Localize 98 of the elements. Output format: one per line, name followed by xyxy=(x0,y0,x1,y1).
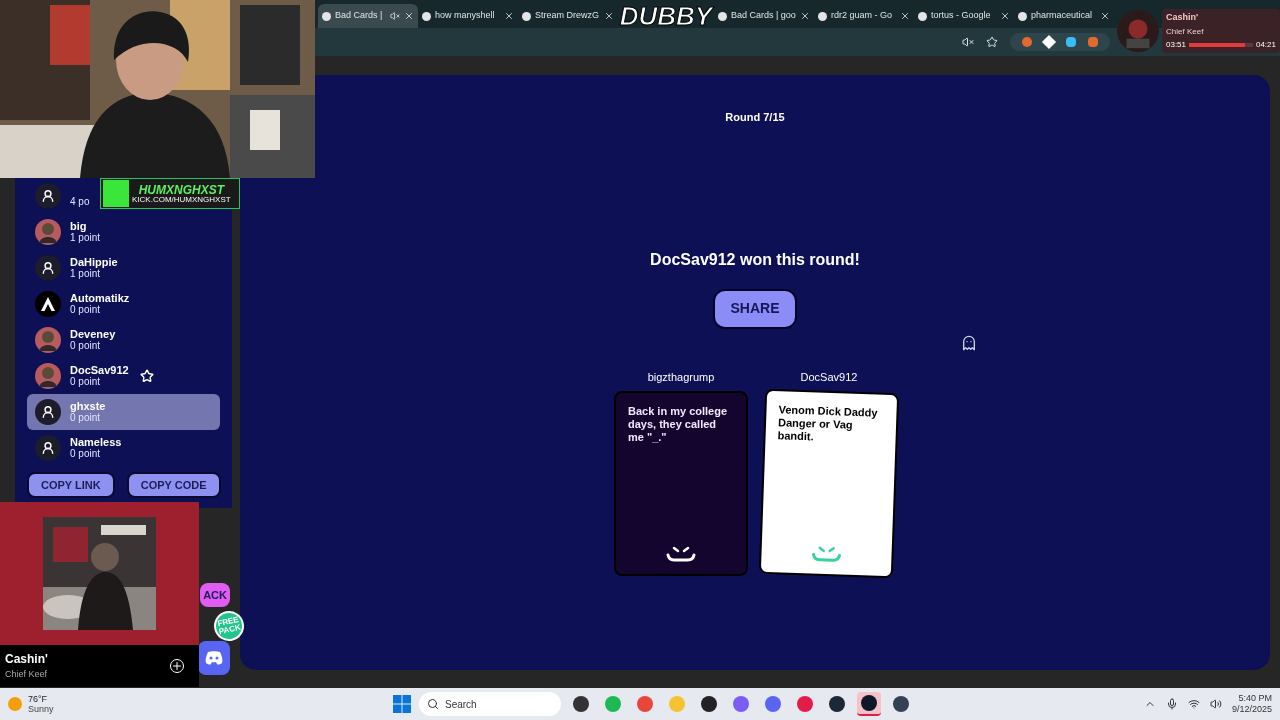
track-artist: Chief Keef xyxy=(1166,25,1205,38)
tab-title: Bad Cards | xyxy=(335,9,384,23)
favicon-icon xyxy=(1018,11,1027,21)
smile-icon xyxy=(811,545,842,563)
tab-title: rdr2 guam - Go xyxy=(831,9,894,23)
favicon-icon xyxy=(322,11,331,21)
add-icon[interactable] xyxy=(170,659,184,673)
player-points: 0 point xyxy=(70,340,101,352)
tab-title: how manyshell xyxy=(435,9,496,23)
close-icon[interactable] xyxy=(504,11,514,21)
mute-icon[interactable] xyxy=(962,36,974,48)
weather-icon xyxy=(8,697,22,711)
player-row[interactable]: Nameless 0 point xyxy=(27,430,132,466)
extension-icon[interactable] xyxy=(1066,37,1076,47)
elapsed-time: 03:51 xyxy=(1166,38,1187,51)
weather-condition: Sunny xyxy=(28,704,54,714)
player-name: bigzthagrump xyxy=(647,369,715,385)
close-icon[interactable] xyxy=(404,11,414,21)
avatar-icon xyxy=(35,183,61,209)
ghost-icon xyxy=(961,335,977,351)
avatar-icon xyxy=(35,399,61,425)
track-title: Cashin' xyxy=(1166,11,1200,25)
copy-button[interactable]: COPY LINK xyxy=(27,472,115,498)
search-field[interactable]: Search xyxy=(419,692,561,716)
browser-tab[interactable]: pharmaceutical xyxy=(1014,4,1114,28)
share-button[interactable]: SHARE xyxy=(713,288,797,329)
close-icon[interactable] xyxy=(1100,11,1110,21)
copy-button[interactable]: COPY CODE xyxy=(126,472,221,498)
favicon-icon xyxy=(918,11,927,21)
tab-title: pharmaceutical xyxy=(1031,9,1094,23)
avatar-icon xyxy=(35,255,61,281)
mute-icon[interactable] xyxy=(390,11,400,21)
player-points: 0 point xyxy=(70,448,101,460)
player-name: DaHippie xyxy=(70,256,118,268)
player-row[interactable]: Deveney 0 point xyxy=(27,322,126,358)
favicon-icon xyxy=(818,11,827,21)
player-points: 0 point xyxy=(70,304,101,316)
stream-logo: DUBBY xyxy=(618,0,714,32)
player-row[interactable]: big 1 point xyxy=(27,214,111,250)
player-name: Nameless xyxy=(70,436,122,448)
weather-temp: 76°F xyxy=(28,694,49,704)
player-points: 4 po xyxy=(70,196,90,208)
song-title: Cashin' xyxy=(5,651,49,669)
browser-tab[interactable]: tortus - Google xyxy=(914,4,1014,28)
player-name: DocSav912 xyxy=(70,364,129,376)
player-row[interactable]: Automatikz 0 point xyxy=(27,286,140,322)
player-name: DocSav912 xyxy=(800,369,858,385)
player-name: big xyxy=(70,220,87,232)
round-result: DocSav912 won this round! xyxy=(650,249,860,270)
player-points: 0 point xyxy=(70,412,101,424)
wifi-icon[interactable] xyxy=(1187,698,1200,710)
player-row[interactable]: 4 po xyxy=(27,178,100,214)
prompt-card[interactable]: Back in my college days, they called me "_." xyxy=(614,391,748,576)
search-icon xyxy=(427,698,439,710)
taskbar-app-icon[interactable] xyxy=(857,692,881,716)
player-points: 1 point xyxy=(70,268,101,280)
tab-title: Bad Cards | goo xyxy=(731,9,796,23)
browser-tab[interactable]: rdr2 guam - Go xyxy=(814,4,914,28)
browser-tab[interactable]: Stream DrewzG xyxy=(518,4,618,28)
favicon-icon xyxy=(422,11,431,21)
streamer-name: HUMXNGHXST xyxy=(138,183,224,196)
player-name: Deveney xyxy=(70,328,116,340)
player-row[interactable]: DaHippie 1 point xyxy=(27,250,128,286)
total-time: 04:21 xyxy=(1255,38,1276,51)
tab-title: Stream DrewzG xyxy=(535,9,600,23)
discord-icon xyxy=(205,651,223,665)
favicon-icon xyxy=(718,11,727,21)
close-icon[interactable] xyxy=(604,11,614,21)
badge-logo-icon xyxy=(103,180,129,207)
close-icon[interactable] xyxy=(800,11,810,21)
player-row[interactable]: DocSav912 0 point xyxy=(27,358,162,394)
tab-title: tortus - Google xyxy=(931,9,992,23)
bookmark-icon[interactable] xyxy=(986,36,998,48)
player-name: ghxste xyxy=(70,400,106,412)
card-text: Venom Dick Daddy Danger or Vag bandit. xyxy=(777,403,879,445)
pack-button[interactable]: ACK xyxy=(200,583,230,607)
player-name: Automatikz xyxy=(70,292,130,304)
player-row[interactable]: ghxste 0 point xyxy=(27,394,220,430)
answer-card[interactable]: Venom Dick Daddy Danger or Vag bandit. xyxy=(758,388,900,579)
discord-button[interactable] xyxy=(198,641,230,675)
song-artist: Chief Keef xyxy=(5,668,49,682)
player-points: 1 point xyxy=(70,232,101,244)
smile-icon xyxy=(666,546,696,562)
avatar-icon xyxy=(35,435,61,461)
browser-tab[interactable]: Bad Cards | xyxy=(318,4,418,28)
clock-date: 9/12/2025 xyxy=(1231,704,1272,715)
browser-tab[interactable]: Bad Cards | goo xyxy=(714,4,814,28)
mic-icon[interactable] xyxy=(1165,698,1178,710)
favicon-icon xyxy=(522,11,531,21)
close-icon[interactable] xyxy=(900,11,910,21)
clock-time: 5:40 PM xyxy=(1238,693,1272,704)
close-icon[interactable] xyxy=(1000,11,1010,21)
player-points: 0 point xyxy=(70,376,101,388)
avatar-logo-icon xyxy=(35,291,61,317)
volume-icon[interactable] xyxy=(1209,698,1222,710)
round-counter: Round 7/15 xyxy=(725,110,785,125)
card-text: Back in my college days, they called me "_." xyxy=(628,405,729,444)
browser-tab[interactable]: how manyshell xyxy=(418,4,518,28)
